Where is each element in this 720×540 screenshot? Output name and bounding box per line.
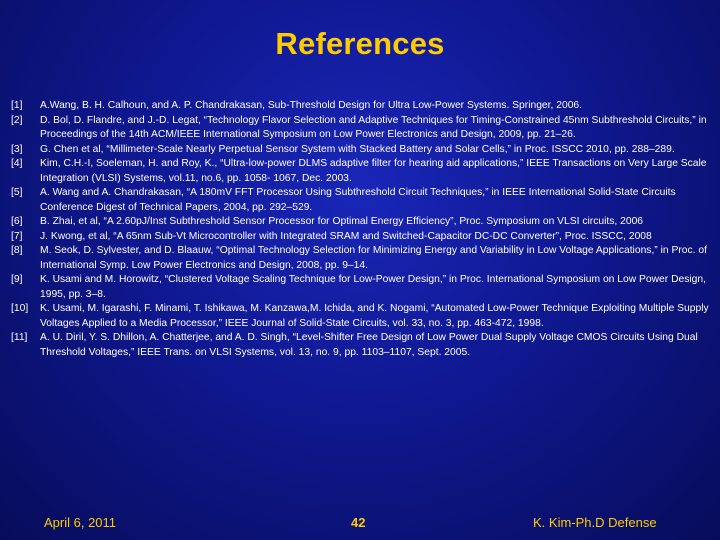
reference-number: [11]	[11, 332, 28, 343]
footer-date: April 6, 2011	[44, 515, 117, 530]
reference-item: [9] K. Usami and M. Horowitz, “Clustered…	[11, 273, 711, 302]
footer-author: K. Kim-Ph.D Defense	[533, 515, 657, 530]
reference-item: [6] B. Zhai, et al, “A 2.60pJ/Inst Subth…	[11, 215, 711, 230]
reference-item: [11] A. U. Diril, Y. S. Dhillon, A. Chat…	[11, 331, 711, 360]
reference-number: [4]	[11, 158, 23, 169]
reference-text: M. Seok, D. Sylvester, and D. Blaauw, “O…	[40, 245, 707, 271]
reference-item: [2] D. Bol, D. Flandre, and J.-D. Legat,…	[11, 114, 711, 143]
reference-item: [5] A. Wang and A. Chandrakasan, “A 180m…	[11, 186, 711, 215]
reference-number: [9]	[11, 274, 23, 285]
slide-title: References	[275, 26, 445, 61]
reference-item: [3] G. Chen et al, “Millimeter-Scale Nea…	[11, 143, 711, 158]
reference-number: [5]	[11, 187, 23, 198]
reference-number: [6]	[11, 216, 23, 227]
reference-text: A.Wang, B. H. Calhoun, and A. P. Chandra…	[40, 100, 583, 111]
footer-page-number: 42	[351, 515, 366, 530]
reference-number: [2]	[11, 114, 23, 126]
slide: References [1] A.Wang, B. H. Calhoun, an…	[0, 0, 720, 540]
reference-number: [1]	[11, 100, 23, 111]
reference-text: K. Usami, M. Igarashi, F. Minami, T. Ish…	[40, 303, 709, 329]
reference-text: A. U. Diril, Y. S. Dhillon, A. Chatterje…	[40, 332, 698, 358]
reference-text: D. Bol, D. Flandre, and J.-D. Legat, “Te…	[40, 114, 707, 141]
reference-list: [1] A.Wang, B. H. Calhoun, and A. P. Cha…	[11, 99, 711, 360]
reference-text: Kim, C.H.-I, Soeleman, H. and Roy, K., “…	[40, 158, 707, 184]
reference-item: [8] M. Seok, D. Sylvester, and D. Blaauw…	[11, 244, 711, 273]
reference-number: [10]	[11, 303, 29, 314]
reference-number: [3]	[11, 143, 23, 155]
reference-text: J. Kwong, et al, “A 65nm Sub-Vt Microcon…	[40, 230, 652, 242]
reference-item: [7] J. Kwong, et al, “A 65nm Sub-Vt Micr…	[11, 230, 711, 245]
reference-text: G. Chen et al, “Millimeter-Scale Nearly …	[40, 143, 675, 155]
reference-item: [10] K. Usami, M. Igarashi, F. Minami, T…	[11, 302, 711, 331]
reference-item: [4] Kim, C.H.-I, Soeleman, H. and Roy, K…	[11, 157, 711, 186]
reference-text: B. Zhai, et al, “A 2.60pJ/Inst Subthresh…	[40, 216, 644, 227]
reference-item: [1] A.Wang, B. H. Calhoun, and A. P. Cha…	[11, 99, 711, 114]
reference-text: A. Wang and A. Chandrakasan, “A 180mV FF…	[40, 187, 676, 213]
reference-number: [8]	[11, 245, 23, 256]
reference-text: K. Usami and M. Horowitz, “Clustered Vol…	[40, 274, 706, 300]
reference-number: [7]	[11, 230, 23, 242]
